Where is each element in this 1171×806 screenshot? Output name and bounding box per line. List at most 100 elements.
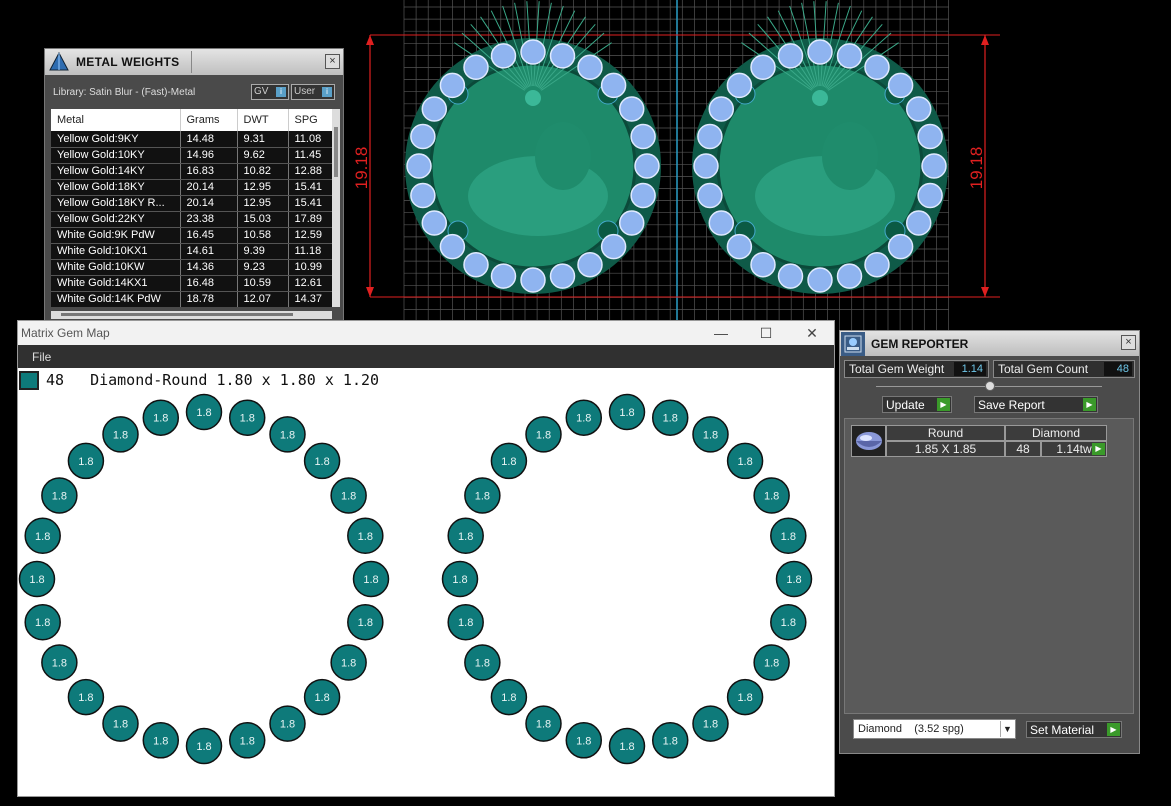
gem-stone[interactable]: [836, 43, 863, 69]
gem-stone[interactable]: [836, 263, 863, 289]
gem-map-canvas[interactable]: 1.8 1.8 1.8 1.8 1.8 1.8 1.8 1.8 1.8 1.8 1.8 1.8 1.8 1…: [18, 393, 834, 796]
vertical-scrollbar[interactable]: [332, 109, 340, 307]
gem-stone[interactable]: [439, 72, 466, 99]
table-row[interactable]: Yellow Gold:10KY 14.96 9.62 11.45: [51, 147, 332, 164]
gem-marker[interactable]: 1.8: [142, 722, 180, 759]
gem-marker[interactable]: 1.8: [608, 393, 646, 431]
close-icon[interactable]: ×: [325, 54, 340, 69]
gem-marker[interactable]: 1.8: [608, 727, 646, 765]
gem-stone[interactable]: [406, 153, 432, 179]
table-row[interactable]: White Gold:10KW 14.36 9.23 10.99: [51, 259, 332, 276]
gem-marker[interactable]: 1.8: [142, 399, 180, 436]
gem-marker[interactable]: 1.8: [525, 705, 562, 742]
table-row[interactable]: Yellow Gold:14KY 16.83 10.82 12.88: [51, 163, 332, 180]
table-row[interactable]: Yellow Gold:9KY 14.48 9.31 11.08: [51, 131, 332, 148]
gem-marker[interactable]: 1.8: [352, 560, 390, 598]
table-row[interactable]: Yellow Gold:18KY 20.14 12.95 15.41: [51, 179, 332, 196]
gem-marker[interactable]: 1.8: [651, 399, 689, 436]
horizontal-scrollbar[interactable]: [51, 311, 332, 319]
gem-stone[interactable]: [410, 182, 436, 209]
gem-color-swatch[interactable]: [19, 370, 39, 390]
gem-stone[interactable]: [887, 233, 914, 260]
gem-marker[interactable]: 1.8: [185, 393, 223, 431]
gem-stone[interactable]: [864, 54, 890, 81]
close-icon[interactable]: ✕: [792, 323, 832, 343]
gem-row-weight[interactable]: 1.14tw ▶: [1041, 441, 1107, 457]
gem-stone[interactable]: [634, 153, 660, 179]
gem-stone[interactable]: [600, 72, 627, 99]
gem-marker[interactable]: 1.8: [269, 705, 306, 742]
gem-marker[interactable]: 1.8: [41, 644, 78, 681]
gem-marker[interactable]: 1.8: [41, 477, 78, 514]
column-header[interactable]: DWT: [237, 109, 289, 131]
column-header[interactable]: Metal: [51, 109, 181, 131]
gem-stone[interactable]: [463, 54, 489, 81]
column-header[interactable]: Grams: [180, 109, 238, 131]
table-row[interactable]: Yellow Gold:18KY R... 20.14 12.95 15.41: [51, 195, 332, 212]
gem-marker[interactable]: 1.8: [753, 644, 790, 681]
gem-stone[interactable]: [864, 251, 890, 278]
gem-stone[interactable]: [807, 267, 833, 293]
gem-marker[interactable]: 1.8: [24, 517, 61, 555]
gem-stone[interactable]: [421, 210, 448, 236]
close-icon[interactable]: ×: [1121, 335, 1136, 350]
gem-marker[interactable]: 1.8: [228, 399, 266, 436]
gem-map-titlebar[interactable]: Matrix Gem Map — ☐ ✕: [18, 321, 834, 345]
design-viewport[interactable]: 19.18 19.18: [345, 0, 1171, 330]
gem-stone[interactable]: [917, 123, 943, 150]
gem-stone[interactable]: [577, 54, 603, 81]
metal-weights-titlebar[interactable]: METAL WEIGHTS ×: [45, 49, 343, 75]
gem-stone[interactable]: [520, 39, 546, 65]
gem-stone[interactable]: [726, 72, 753, 99]
table-row[interactable]: White Gold:14KX1 16.48 10.59 12.61: [51, 275, 332, 292]
gem-stone[interactable]: [708, 96, 735, 122]
gem-stone[interactable]: [463, 251, 489, 278]
save-report-button[interactable]: Save Report ▶: [974, 396, 1098, 413]
gem-stone[interactable]: [697, 182, 723, 209]
gem-marker[interactable]: 1.8: [726, 678, 764, 716]
gem-stone[interactable]: [549, 43, 576, 69]
gem-marker[interactable]: 1.8: [303, 678, 341, 716]
gem-stone[interactable]: [520, 267, 546, 293]
gem-marker[interactable]: 1.8: [228, 722, 266, 759]
gem-stone[interactable]: [887, 72, 914, 99]
gem-marker[interactable]: 1.8: [770, 603, 807, 641]
gem-marker[interactable]: 1.8: [330, 644, 367, 681]
gem-marker[interactable]: 1.8: [565, 722, 603, 759]
gem-marker[interactable]: 1.8: [102, 705, 139, 742]
gem-marker[interactable]: 1.8: [692, 705, 729, 742]
gv-toggle[interactable]: GV i: [251, 84, 289, 100]
medallion-model[interactable]: [405, 1, 661, 294]
gem-marker[interactable]: 1.8: [726, 442, 764, 480]
gem-stone[interactable]: [726, 233, 753, 260]
gem-marker[interactable]: 1.8: [347, 603, 384, 641]
gem-stone[interactable]: [630, 182, 656, 209]
gem-marker[interactable]: 1.8: [464, 644, 501, 681]
table-row[interactable]: White Gold:14K PdW 18.78 12.07 14.37: [51, 291, 332, 307]
list-item[interactable]: Round 1.85 X 1.85 Diamond 48 1.14tw ▶: [851, 425, 1107, 457]
minimize-icon[interactable]: —: [701, 323, 741, 343]
gem-marker[interactable]: 1.8: [651, 722, 689, 759]
gem-marker[interactable]: 1.8: [441, 560, 479, 598]
column-header[interactable]: SPG: [288, 109, 332, 131]
gem-marker[interactable]: 1.8: [67, 678, 105, 716]
gem-stone[interactable]: [777, 263, 804, 289]
gem-stone[interactable]: [410, 123, 436, 150]
table-row[interactable]: White Gold:9K PdW 16.45 10.58 12.59: [51, 227, 332, 244]
viewport-canvas[interactable]: [345, 0, 1171, 330]
gem-stone[interactable]: [421, 96, 448, 122]
gem-stone[interactable]: [807, 39, 833, 65]
gem-stone[interactable]: [905, 96, 932, 122]
gem-stone[interactable]: [549, 263, 576, 289]
gem-stone[interactable]: [708, 210, 735, 236]
table-row[interactable]: Yellow Gold:22KY 23.38 15.03 17.89: [51, 211, 332, 228]
gem-stone[interactable]: [439, 233, 466, 260]
gem-marker[interactable]: 1.8: [775, 560, 813, 598]
gem-marker[interactable]: 1.8: [18, 560, 56, 598]
gem-marker[interactable]: 1.8: [447, 603, 484, 641]
gem-stone[interactable]: [618, 210, 645, 236]
gem-stone[interactable]: [618, 96, 645, 122]
gem-marker[interactable]: 1.8: [692, 416, 729, 453]
gem-stone[interactable]: [490, 263, 517, 289]
gem-stone[interactable]: [750, 54, 776, 81]
